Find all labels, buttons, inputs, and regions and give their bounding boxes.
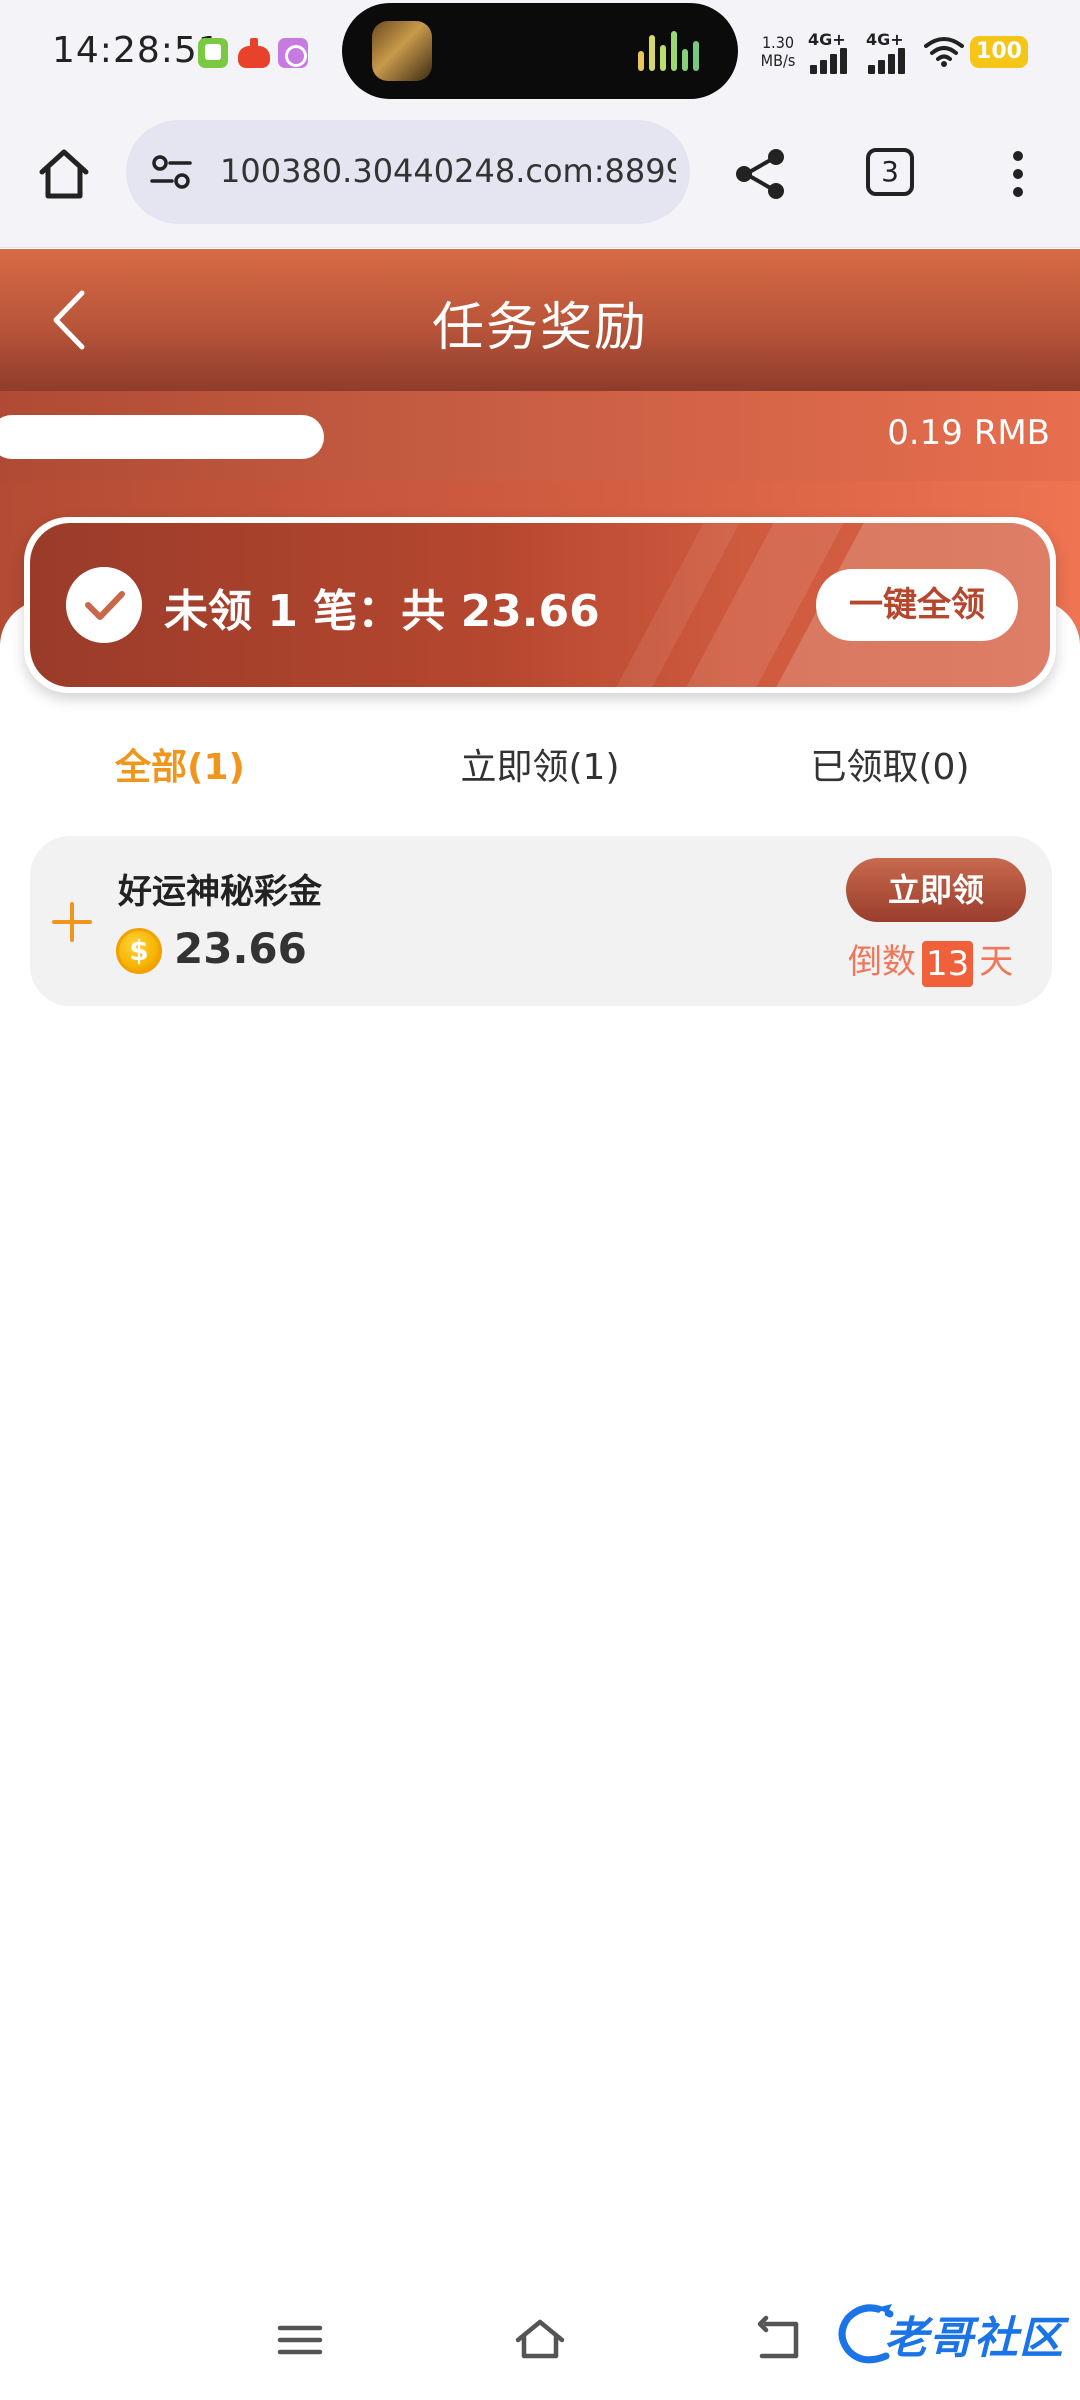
recent-apps-icon[interactable]	[272, 2312, 328, 2368]
media-thumbnail	[372, 21, 432, 81]
back-nav-icon[interactable]	[752, 2312, 808, 2368]
more-options-icon[interactable]	[998, 144, 1038, 204]
check-icon[interactable]	[66, 567, 142, 643]
plus-icon[interactable]	[52, 902, 92, 942]
network-speed-value: 1.30	[761, 33, 795, 52]
balance-value: 0.19 RMB	[887, 413, 1050, 453]
site-settings-icon[interactable]	[148, 152, 194, 192]
address-bar[interactable]: 100380.30440248.com:8899	[126, 120, 690, 224]
unclaimed-summary-text: 未领 1 笔：共 23.66	[164, 586, 600, 637]
tab-switcher-button[interactable]: 3	[866, 148, 914, 196]
coin-symbol: $	[129, 934, 149, 967]
countdown-prefix: 倒数	[848, 942, 916, 982]
countdown-suffix: 天	[979, 942, 1014, 982]
countdown-days-badge: 13	[922, 940, 974, 987]
reward-name: 好运神秘彩金	[118, 872, 322, 912]
reward-list-item[interactable]: 好运神秘彩金 $ 23.66 立即领 倒数 13 天	[30, 836, 1052, 1006]
home-nav-icon[interactable]	[512, 2312, 568, 2368]
url-text[interactable]: 100380.30440248.com:8899	[220, 152, 676, 190]
browser-toolbar: 100380.30440248.com:8899 3	[0, 108, 1080, 248]
home-icon[interactable]	[34, 144, 94, 204]
page-header: 任务奖励	[0, 249, 1080, 391]
signal-strength-icon: 4G+	[866, 30, 914, 74]
claim-all-button[interactable]: 一键全领	[816, 569, 1018, 641]
status-bar: 14:28:51 1.30 MB/s 4G+ 4G+ 100	[0, 0, 1080, 108]
dynamic-island[interactable]	[342, 3, 738, 99]
app-notification-icon	[278, 38, 308, 68]
battery-icon: 100	[970, 36, 1028, 68]
tab-claim-now[interactable]: 立即领(1)	[430, 738, 650, 790]
redacted-username	[0, 415, 324, 459]
page-title: 任务奖励	[431, 298, 648, 358]
coin-icon: $	[116, 928, 162, 974]
reward-amount: 23.66	[174, 924, 307, 973]
signal-strength-icon: 4G+	[808, 30, 856, 74]
claim-now-button[interactable]: 立即领	[846, 858, 1026, 922]
audio-wave-icon	[638, 31, 708, 71]
countdown: 倒数 13 天	[848, 934, 1048, 987]
tab-all[interactable]: 全部(1)	[70, 738, 290, 790]
balance-bar: 0.19 RMB	[0, 391, 1080, 481]
wifi-icon	[924, 37, 964, 67]
wechat-notification-icon	[198, 38, 228, 68]
network-speed: 1.30 MB/s	[758, 34, 798, 70]
signal-label: 4G+	[808, 30, 846, 49]
status-time: 14:28:51	[52, 30, 222, 71]
unclaimed-summary-card: 未领 1 笔：共 23.66 一键全领	[24, 517, 1056, 693]
tab-claimed[interactable]: 已领取(0)	[770, 738, 1010, 790]
watermark-logo: 老哥社区	[836, 2294, 1072, 2374]
share-icon[interactable]	[730, 144, 790, 204]
network-speed-unit: MB/s	[760, 51, 796, 70]
app-notification-icon	[236, 38, 272, 68]
signal-label: 4G+	[866, 30, 904, 49]
watermark-text: 老哥社区	[884, 2313, 1064, 2364]
